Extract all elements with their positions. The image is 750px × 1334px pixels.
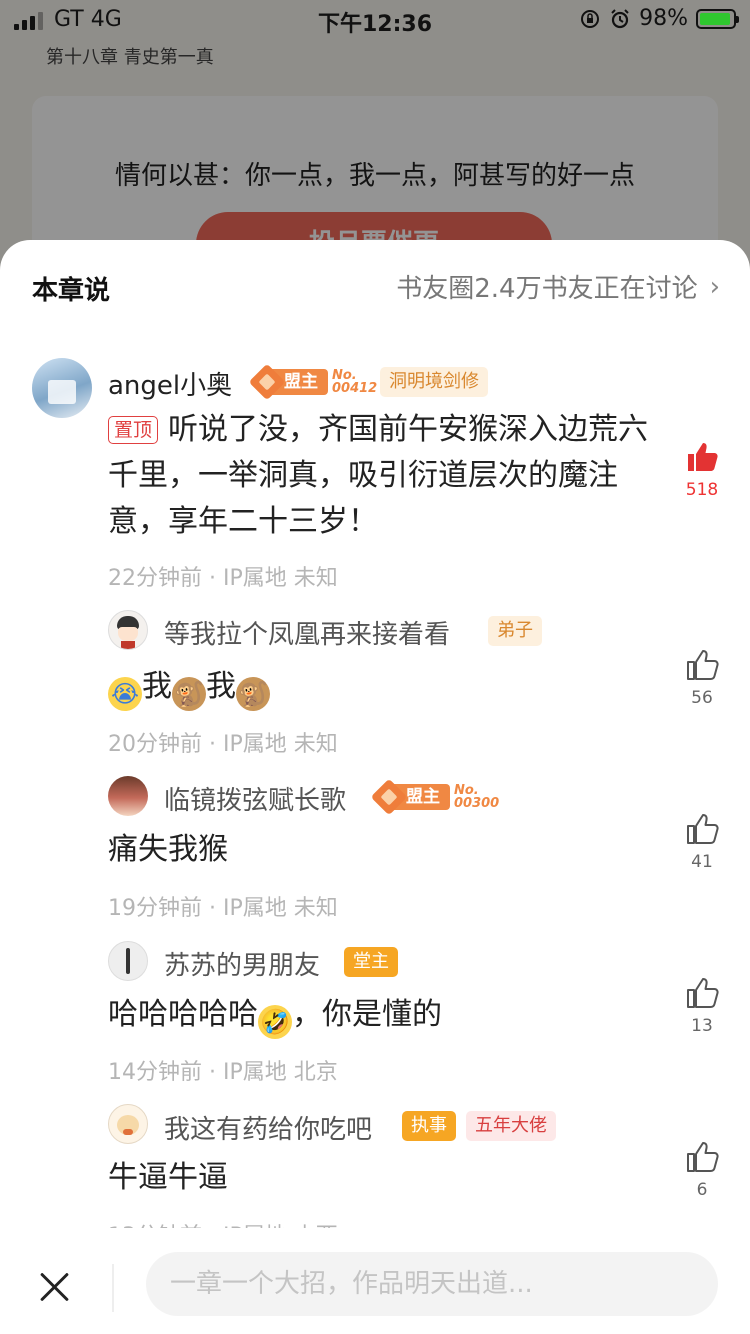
comment-meta: 22分钟前 · IP属地 未知: [108, 566, 338, 591]
battery-icon: [696, 8, 739, 29]
chevron-right-icon: ›: [709, 271, 720, 302]
comment-meta: 19分钟前 · IP属地 未知: [108, 896, 338, 921]
like-count: 13: [691, 1016, 713, 1036]
like-count: 518: [685, 480, 719, 500]
comment-meta: 14分钟前 · IP属地 北京: [108, 1060, 338, 1085]
battery-percent: 98%: [639, 6, 688, 31]
book-circle-link-label: 书友圈2.4万书友正在讨论: [396, 274, 698, 304]
alarm-icon: [611, 8, 629, 28]
thumbs-up-icon: [688, 443, 718, 471]
avatar[interactable]: [108, 776, 148, 816]
comment-text: 听说了没，齐国前午安猴深入边荒六千里，一举洞真，吸引衍道层次的魔注意，享年二十三…: [108, 412, 648, 539]
comment-author[interactable]: 我这有药给你吃吧: [164, 1109, 372, 1146]
comment-meta: 20分钟前 · IP属地 未知: [108, 732, 338, 757]
comment-text: 痛失我猴: [108, 832, 228, 867]
comment-author[interactable]: 临镜拨弦赋长歌: [164, 780, 346, 817]
like-count: 56: [691, 688, 713, 708]
comment-text: 牛逼牛逼: [108, 1160, 228, 1195]
like-button[interactable]: 41: [672, 812, 732, 872]
avatar[interactable]: [108, 610, 148, 650]
chapter-comments-sheet: 本章说 书友圈2.4万书友正在讨论 › angel小奥 盟主 No. 00412 …: [0, 240, 750, 1334]
comment-author[interactable]: angel小奥: [108, 365, 232, 402]
rofl-face-icon: 🤣: [258, 1005, 292, 1039]
thumbs-up-icon: [687, 814, 719, 844]
avatar[interactable]: [108, 941, 148, 981]
rotation-lock-icon: [581, 9, 600, 28]
like-button[interactable]: 56: [672, 648, 732, 708]
comment-text: 哈哈哈哈哈🤣，你是懂的: [108, 992, 442, 1039]
comment-input[interactable]: [146, 1252, 718, 1316]
monkey-icon: 🐒: [236, 677, 270, 711]
veteran-tag: 五年大佬: [466, 1111, 556, 1141]
member-tag: 执事: [402, 1111, 456, 1141]
rank-tag: 洞明境剑修: [380, 367, 488, 397]
like-button[interactable]: 13: [672, 976, 732, 1036]
sheet-title: 本章说: [32, 276, 111, 306]
like-count: 6: [696, 1180, 708, 1200]
alliance-leader-badge: 盟主 No. 00300: [370, 778, 499, 816]
like-button[interactable]: 6: [672, 1140, 732, 1200]
comment-text: 😭我🐒我🐒: [108, 664, 270, 711]
thumbs-up-icon: [687, 1142, 719, 1172]
close-icon[interactable]: [38, 1270, 72, 1304]
comment-input-bar: [0, 1228, 750, 1334]
crying-face-icon: 😭: [108, 677, 142, 711]
like-count: 41: [691, 852, 713, 872]
divider: [112, 1264, 114, 1312]
alliance-leader-badge: 盟主 No. 00412: [248, 363, 377, 401]
thumbs-up-icon: [687, 978, 719, 1008]
comment-author[interactable]: 苏苏的男朋友: [164, 945, 320, 982]
comment-author[interactable]: 等我拉个凤凰再来接着看: [164, 614, 450, 651]
avatar[interactable]: [108, 1104, 148, 1144]
member-tag: 弟子: [488, 616, 542, 646]
avatar[interactable]: [32, 358, 92, 418]
like-button[interactable]: 518: [672, 440, 732, 500]
thumbs-up-icon: [687, 650, 719, 680]
monkey-icon: 🐒: [172, 677, 206, 711]
status-bar: GT 4G 下午12:36 98%: [0, 0, 750, 40]
book-circle-link[interactable]: 书友圈2.4万书友正在讨论 ›: [396, 268, 720, 305]
member-tag: 堂主: [344, 947, 398, 977]
